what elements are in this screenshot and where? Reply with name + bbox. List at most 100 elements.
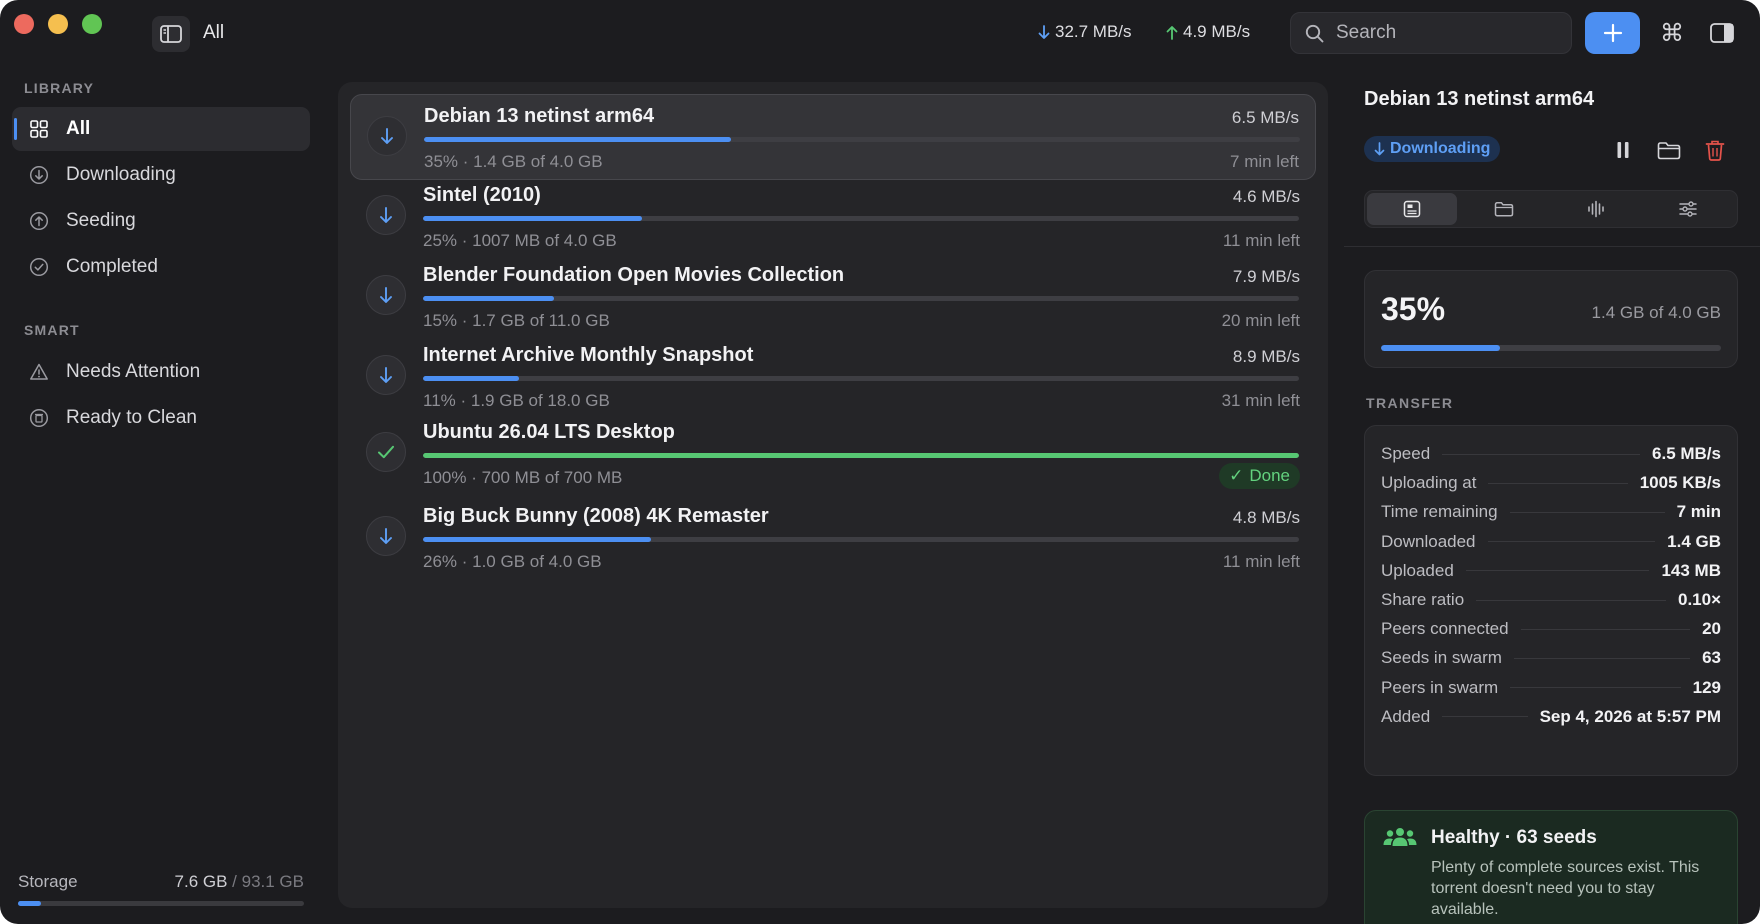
arrow-up-circle-icon xyxy=(28,210,50,232)
stat-label: Uploading at xyxy=(1381,473,1477,493)
torrent-progress-bar xyxy=(424,137,1300,142)
stat-label: Peers connected xyxy=(1381,619,1509,639)
torrent-name: Ubuntu 26.04 LTS Desktop xyxy=(423,421,675,443)
done-badge: ✓ Done xyxy=(1219,463,1300,489)
stat-label: Speed xyxy=(1381,444,1431,463)
stat-row: Added Sep 4, 2026 at 5:57 PM xyxy=(1381,705,1721,729)
progress-bar-fill xyxy=(1381,345,1500,351)
torrent-progress-bar xyxy=(423,296,1299,301)
sidebar-item-label: Completed xyxy=(66,256,158,277)
torrent-detail: 26% · 1.0 GB of 4.0 GB xyxy=(423,552,602,571)
torrent-row[interactable]: Ubuntu 26.04 LTS Desktop 100% · 700 MB of… xyxy=(350,411,1316,497)
sidebar-item-ready-to-clean[interactable]: Ready to Clean xyxy=(12,396,310,440)
health-description: Plenty of complete sources exist. This t… xyxy=(1431,859,1700,918)
stat-leader-line xyxy=(1488,482,1628,484)
stat-label: Uploaded xyxy=(1381,560,1454,580)
stat-leader-line xyxy=(1476,599,1666,601)
arrow-down-circle-icon xyxy=(28,164,50,186)
torrent-progress-fill xyxy=(423,216,642,221)
tab-info[interactable] xyxy=(1367,193,1457,225)
stat-value: 63 xyxy=(1702,648,1721,668)
progress-bar xyxy=(1381,345,1721,351)
sidebar-item-needs-attention[interactable]: Needs Attention xyxy=(12,350,310,394)
checkmark-icon: ✓ xyxy=(1229,466,1244,485)
sidebar-item-label: Ready to Clean xyxy=(66,407,197,428)
stat-leader-line xyxy=(1510,687,1681,689)
stat-row: Time remaining 7 min xyxy=(1381,500,1721,524)
sidebar-item-completed[interactable]: Completed xyxy=(12,245,310,289)
stat-row: Uploaded 143 MB xyxy=(1381,559,1721,583)
delete-button[interactable] xyxy=(1700,135,1730,165)
window-minimize-button[interactable] xyxy=(48,14,68,34)
status-badge-label: Downloading xyxy=(1390,140,1491,157)
info-card-icon xyxy=(1403,200,1421,218)
stat-value: 129 xyxy=(1692,677,1721,697)
show-in-folder-button[interactable] xyxy=(1654,135,1684,165)
stat-value: 7 min xyxy=(1676,502,1721,522)
smart-section-title: SMART xyxy=(24,322,80,338)
stat-label: Time remaining xyxy=(1381,502,1498,522)
stat-value: 20 xyxy=(1702,619,1721,639)
library-section-title: LIBRARY xyxy=(24,80,95,96)
folder-icon xyxy=(1657,141,1681,159)
torrent-row[interactable]: Internet Archive Monthly Snapshot 8.9 MB/… xyxy=(350,334,1316,420)
torrent-eta: 20 min left xyxy=(1221,311,1300,330)
divider xyxy=(1344,246,1760,247)
stat-value: Sep 4, 2026 at 5:57 PM xyxy=(1539,706,1721,726)
arrow-down-icon xyxy=(1038,24,1050,39)
stat-leader-line xyxy=(1442,716,1528,718)
sidebar-item-all[interactable]: All xyxy=(12,107,310,151)
transfer-stats-card: Speed 6.5 MB/s Uploading at 1005 KB/s Time r… xyxy=(1364,425,1738,776)
sidebar-item-seeding[interactable]: Seeding xyxy=(12,199,310,243)
done-badge-label: Done xyxy=(1249,466,1290,485)
arrow-down-icon xyxy=(366,195,406,235)
plus-icon xyxy=(1603,23,1622,43)
torrent-detail: 35% · 1.4 GB of 4.0 GB xyxy=(424,152,603,171)
progress-percent: 35% xyxy=(1381,291,1446,327)
window-close-button[interactable] xyxy=(14,14,34,34)
sidebar-toggle-button[interactable] xyxy=(152,16,190,52)
sidebar-toggle-icon xyxy=(160,25,182,43)
arrow-down-icon xyxy=(366,516,406,556)
tab-files[interactable] xyxy=(1459,193,1549,225)
torrent-detail: 100% · 700 MB of 700 MB xyxy=(423,468,623,487)
storage-bar xyxy=(18,901,304,906)
stat-label: Share ratio xyxy=(1381,590,1465,609)
sidebar-item-label: Downloading xyxy=(66,164,176,185)
stat-leader-line xyxy=(1509,511,1665,513)
folder-icon xyxy=(1494,202,1514,217)
tab-settings[interactable] xyxy=(1643,193,1733,225)
progress-size: 1.4 GB of 4.0 GB xyxy=(1591,303,1721,322)
pause-button[interactable] xyxy=(1608,135,1638,165)
stat-leader-line xyxy=(1520,628,1691,630)
stat-label: Peers in swarm xyxy=(1381,677,1499,697)
stat-row: Seeds in swarm 63 xyxy=(1381,646,1721,670)
search-input[interactable] xyxy=(1336,22,1536,44)
torrent-progress-fill xyxy=(423,296,555,301)
download-rate-value: 32.7 MB/s xyxy=(1055,22,1132,41)
stat-leader-line xyxy=(1465,570,1650,572)
inspector-toggle-button[interactable] xyxy=(1702,14,1742,52)
status-badge: Downloading xyxy=(1364,136,1501,162)
search-field[interactable] xyxy=(1290,12,1572,54)
grid-icon xyxy=(28,118,50,140)
torrent-row[interactable]: Big Buck Bunny (2008) 4K Remaster 4.8 MB/… xyxy=(350,495,1316,581)
window-zoom-button[interactable] xyxy=(82,14,102,34)
tab-activity[interactable] xyxy=(1551,193,1641,225)
stat-row: Share ratio 0.10× xyxy=(1381,588,1721,612)
stat-leader-line xyxy=(1442,453,1641,455)
torrent-eta: 11 min left xyxy=(1222,552,1300,571)
torrent-detail: 15% · 1.7 GB of 11.0 GB xyxy=(423,311,610,330)
transfer-section-title: TRANSFER xyxy=(1366,395,1454,411)
stat-leader-line xyxy=(1487,541,1656,543)
torrent-row[interactable]: Debian 13 netinst arm64 6.5 MB/s 35% · 1.4… xyxy=(350,94,1316,180)
inspector-panel: Debian 13 netinst arm64 Downloading 35% … xyxy=(1344,70,1760,924)
command-palette-button[interactable]: ⌘ xyxy=(1654,14,1690,52)
stat-row: Speed 6.5 MB/s xyxy=(1381,442,1721,466)
torrent-row[interactable]: Blender Foundation Open Movies Collectio… xyxy=(350,254,1316,340)
torrent-row[interactable]: Sintel (2010) 4.6 MB/s 25% · 1007 MB of 4.… xyxy=(350,174,1316,260)
torrent-detail: 11% · 1.9 GB of 18.0 GB xyxy=(423,391,610,410)
sidebar-item-downloading[interactable]: Downloading xyxy=(12,153,310,197)
add-torrent-button[interactable] xyxy=(1585,12,1640,54)
torrent-progress-bar xyxy=(423,453,1299,458)
